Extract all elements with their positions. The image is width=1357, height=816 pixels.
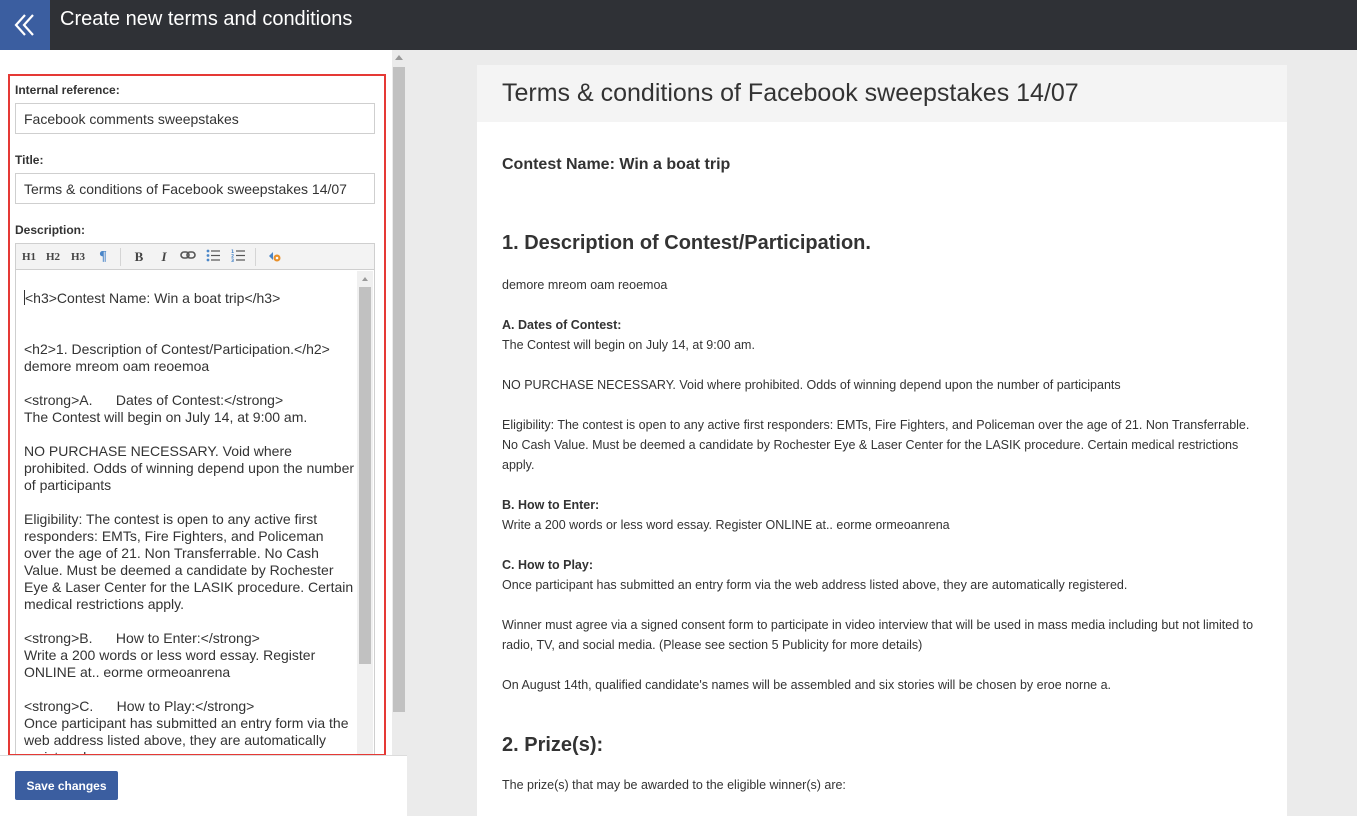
editor-scrollbar[interactable] bbox=[357, 271, 373, 754]
toolbar-divider bbox=[255, 248, 256, 266]
edit-panel: Internal reference: Title: Description: … bbox=[0, 50, 392, 816]
description-editor[interactable]: H1 H2 H3 ¶ B I 123 <h3>Contest Name: Win… bbox=[15, 243, 375, 754]
editor-line: <h3>Contest Name: Win a boat trip</h3> bbox=[25, 290, 281, 306]
preview-paragraph: The Contest will begin on July 14, at 9:… bbox=[502, 338, 755, 352]
scroll-up-arrow-icon[interactable] bbox=[362, 277, 368, 281]
preview-subheading: C. How to Play: bbox=[502, 558, 593, 572]
editor-line: <strong>C. How to Play:</strong> bbox=[24, 698, 255, 714]
preview-paragraph: Winner must agree via a signed consent f… bbox=[502, 618, 1254, 652]
heading2-button[interactable]: H2 bbox=[45, 249, 61, 265]
preview-paragraph: Write a 200 words or less word essay. Re… bbox=[502, 518, 950, 532]
preview-section1-heading: 1. Description of Contest/Participation. bbox=[502, 232, 871, 254]
title-input[interactable] bbox=[15, 173, 375, 204]
preview-paragraph: On August 14th, qualified candidate's na… bbox=[502, 678, 1111, 692]
italic-button[interactable]: I bbox=[157, 249, 171, 265]
numbered-list-icon[interactable]: 123 bbox=[230, 249, 246, 265]
preview-paragraph: The prize(s) that may be awarded to the … bbox=[502, 778, 846, 792]
toolbar-divider bbox=[120, 248, 121, 266]
preview-paragraph: NO PURCHASE NECESSARY. Void where prohib… bbox=[502, 378, 1121, 392]
save-button[interactable]: Save changes bbox=[15, 771, 118, 800]
preview-paragraph: Once participant has submitted an entry … bbox=[502, 578, 1128, 592]
editor-line: demore mreom oam reoemoa bbox=[24, 358, 210, 374]
preview-header: Terms & conditions of Facebook sweepstak… bbox=[477, 65, 1287, 122]
preview-subheading: A. Dates of Contest: bbox=[502, 318, 622, 332]
top-bar: Create new terms and conditions bbox=[0, 0, 1357, 50]
bold-button[interactable]: B bbox=[132, 249, 146, 265]
editor-line: The Contest will begin on July 14, at 9:… bbox=[24, 409, 308, 425]
preview-paragraph: demore mreom oam reoemoa bbox=[502, 278, 668, 292]
scroll-up-arrow-icon[interactable] bbox=[395, 55, 403, 60]
heading1-button[interactable]: H1 bbox=[21, 249, 37, 265]
editor-content[interactable]: <h3>Contest Name: Win a boat trip</h3> <… bbox=[24, 270, 355, 754]
preview-title: Terms & conditions of Facebook sweepstak… bbox=[502, 79, 1079, 107]
preview-contest-name: Contest Name: Win a boat trip bbox=[502, 156, 731, 173]
editor-line: Write a 200 words or less word essay. Re… bbox=[24, 647, 316, 680]
title-label: Title: bbox=[15, 153, 44, 167]
preview-subheading: B. How to Enter: bbox=[502, 498, 600, 512]
editor-line: <strong>A. Dates of Contest:</strong> bbox=[24, 392, 284, 408]
source-edit-icon[interactable] bbox=[266, 249, 282, 265]
heading3-button[interactable]: H3 bbox=[70, 249, 86, 265]
footer-divider bbox=[0, 755, 407, 756]
terms-form: Internal reference: Title: Description: … bbox=[8, 74, 386, 756]
editor-line: <strong>B. How to Enter:</strong> bbox=[24, 630, 260, 646]
panel-scroll-thumb[interactable] bbox=[393, 67, 405, 712]
editor-line: NO PURCHASE NECESSARY. Void where prohib… bbox=[24, 443, 355, 493]
preview-panel: Terms & conditions of Facebook sweepstak… bbox=[477, 65, 1287, 816]
internal-reference-input[interactable] bbox=[15, 103, 375, 134]
editor-line: <h2>1. Description of Contest/Participat… bbox=[24, 341, 330, 357]
editor-line: Once participant has submitted an entry … bbox=[24, 715, 349, 754]
page-title: Create new terms and conditions bbox=[60, 8, 353, 30]
preview-section2-heading: 2. Prize(s): bbox=[502, 734, 604, 756]
editor-line: Eligibility: The contest is open to any … bbox=[24, 511, 354, 612]
internal-reference-label: Internal reference: bbox=[15, 83, 120, 97]
link-icon[interactable] bbox=[179, 249, 197, 265]
description-label: Description: bbox=[15, 223, 86, 237]
panel-scrollbar[interactable] bbox=[392, 50, 406, 816]
editor-scroll-thumb[interactable] bbox=[359, 287, 371, 664]
back-button[interactable] bbox=[0, 0, 50, 50]
paragraph-icon[interactable]: ¶ bbox=[96, 249, 110, 265]
double-chevron-left-icon bbox=[14, 14, 34, 36]
svg-text:3: 3 bbox=[231, 258, 234, 262]
bullet-list-icon[interactable] bbox=[205, 249, 221, 265]
preview-paragraph: Eligibility: The contest is open to any … bbox=[502, 418, 1250, 472]
editor-toolbar: H1 H2 H3 ¶ B I 123 bbox=[16, 244, 374, 270]
